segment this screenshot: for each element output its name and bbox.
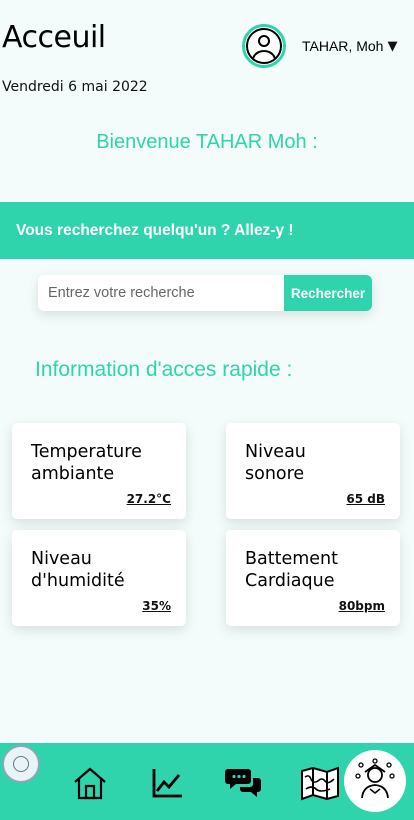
card-label: Battement Cardiaque xyxy=(245,549,338,591)
card-value[interactable]: 27.2°C xyxy=(127,492,171,506)
user-name[interactable]: TAHAR, Moh xyxy=(302,38,383,54)
user-profile-icon xyxy=(355,758,395,799)
map-icon[interactable] xyxy=(300,763,340,803)
welcome-message: Bienvenue TAHAR Moh : xyxy=(96,131,318,153)
page-title: Acceuil xyxy=(2,20,106,55)
card-value[interactable]: 35% xyxy=(142,599,171,613)
card-humidity[interactable]: Niveau d'humidité 35% xyxy=(12,530,186,626)
card-value[interactable]: 80bpm xyxy=(339,599,385,613)
chat-icon[interactable] xyxy=(224,763,264,803)
search-input[interactable] xyxy=(38,275,284,311)
chart-icon[interactable] xyxy=(147,763,187,803)
avatar-icon[interactable] xyxy=(242,24,286,68)
search-button[interactable]: Rechercher xyxy=(284,275,372,311)
search-banner: Vous recherchez quelqu'un ? Allez-y ! xyxy=(0,202,414,259)
search-bar: Rechercher xyxy=(38,275,372,311)
card-temperature[interactable]: Temperature ambiante 27.2°C xyxy=(12,423,186,519)
home-icon[interactable] xyxy=(70,763,110,803)
card-label: Temperature ambiante xyxy=(31,442,142,484)
app-logo-icon xyxy=(2,745,40,783)
profile-button[interactable] xyxy=(344,750,406,812)
bottom-navigation xyxy=(0,743,414,820)
user-menu[interactable]: TAHAR, Moh ▼ xyxy=(242,23,414,69)
banner-text: Vous recherchez quelqu'un ? Allez-y ! xyxy=(16,221,294,239)
card-value[interactable]: 65 dB xyxy=(346,492,385,506)
chevron-down-icon[interactable]: ▼ xyxy=(387,39,397,54)
card-label: Niveau sonore xyxy=(245,442,306,484)
quick-info-title: Information d'acces rapide : xyxy=(35,358,293,381)
card-sound-level[interactable]: Niveau sonore 65 dB xyxy=(226,423,400,519)
card-heart-rate[interactable]: Battement Cardiaque 80bpm xyxy=(226,530,400,626)
card-label: Niveau d'humidité xyxy=(31,549,125,591)
date-label: Vendredi 6 mai 2022 xyxy=(2,79,148,95)
